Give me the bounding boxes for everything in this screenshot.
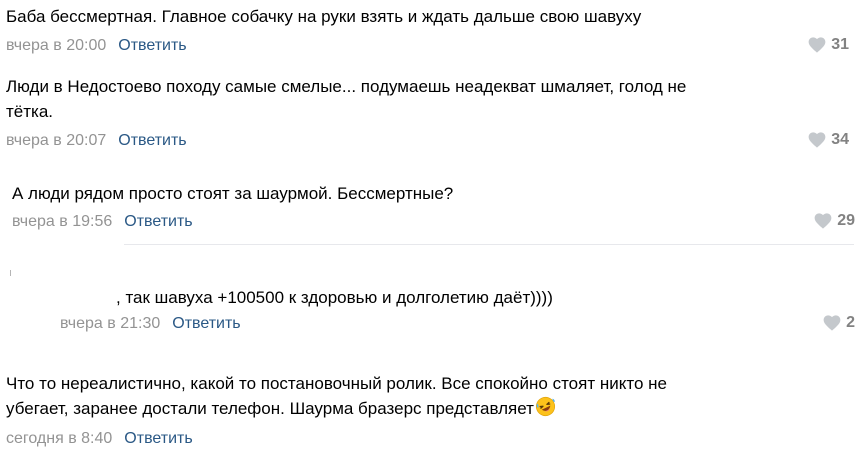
comment-text: , так шавуха +100500 к здоровью и долгол… <box>116 288 553 307</box>
like-button[interactable]: 29 <box>814 211 855 231</box>
heart-icon <box>808 132 826 148</box>
divider <box>124 244 854 245</box>
comment-meta: вчера в 21:30 Ответить <box>60 314 241 334</box>
reply-button[interactable]: Ответить <box>124 430 192 447</box>
rolling-on-floor-laughing-emoji-icon <box>535 396 555 417</box>
heart-icon <box>814 213 832 229</box>
comment-text-content: Что то нереалистично, какой то постаново… <box>6 374 667 418</box>
comment-text: А люди рядом просто стоят за шаурмой. Бе… <box>12 184 454 203</box>
comment-meta: вчера в 19:56 Ответить <box>12 212 193 232</box>
like-count: 29 <box>837 212 855 229</box>
comment-date[interactable]: вчера в 20:00 <box>6 37 106 54</box>
like-button[interactable]: 31 <box>808 35 849 55</box>
like-button[interactable]: 2 <box>823 313 855 333</box>
comment-date[interactable]: сегодня в 8:40 <box>6 430 112 447</box>
comment-date[interactable]: вчера в 20:07 <box>6 132 106 149</box>
comment-text: Люди в Недостоево походу самые смелые...… <box>6 77 687 121</box>
heart-icon <box>823 315 841 331</box>
like-count: 2 <box>846 314 855 331</box>
like-count: 31 <box>831 36 849 53</box>
comment-date[interactable]: вчера в 19:56 <box>12 213 112 230</box>
comment-meta: сегодня в 8:40 Ответить <box>6 429 193 449</box>
reply-button[interactable]: Ответить <box>124 213 192 230</box>
reply-button[interactable]: Ответить <box>118 132 186 149</box>
reply-button[interactable]: Ответить <box>118 37 186 54</box>
heart-icon <box>808 37 826 53</box>
comment-text: Баба бессмертная. Главное собачку на рук… <box>6 7 642 26</box>
comment-date[interactable]: вчера в 21:30 <box>60 315 160 332</box>
thread-line <box>10 270 11 276</box>
reply-button[interactable]: Ответить <box>172 315 240 332</box>
comment-text: Что то нереалистично, какой то постаново… <box>6 371 667 421</box>
like-button[interactable]: 34 <box>808 130 849 150</box>
comment-meta: вчера в 20:07 Ответить <box>6 131 187 151</box>
comment-meta: вчера в 20:00 Ответить <box>6 36 187 56</box>
like-count: 34 <box>831 131 849 148</box>
